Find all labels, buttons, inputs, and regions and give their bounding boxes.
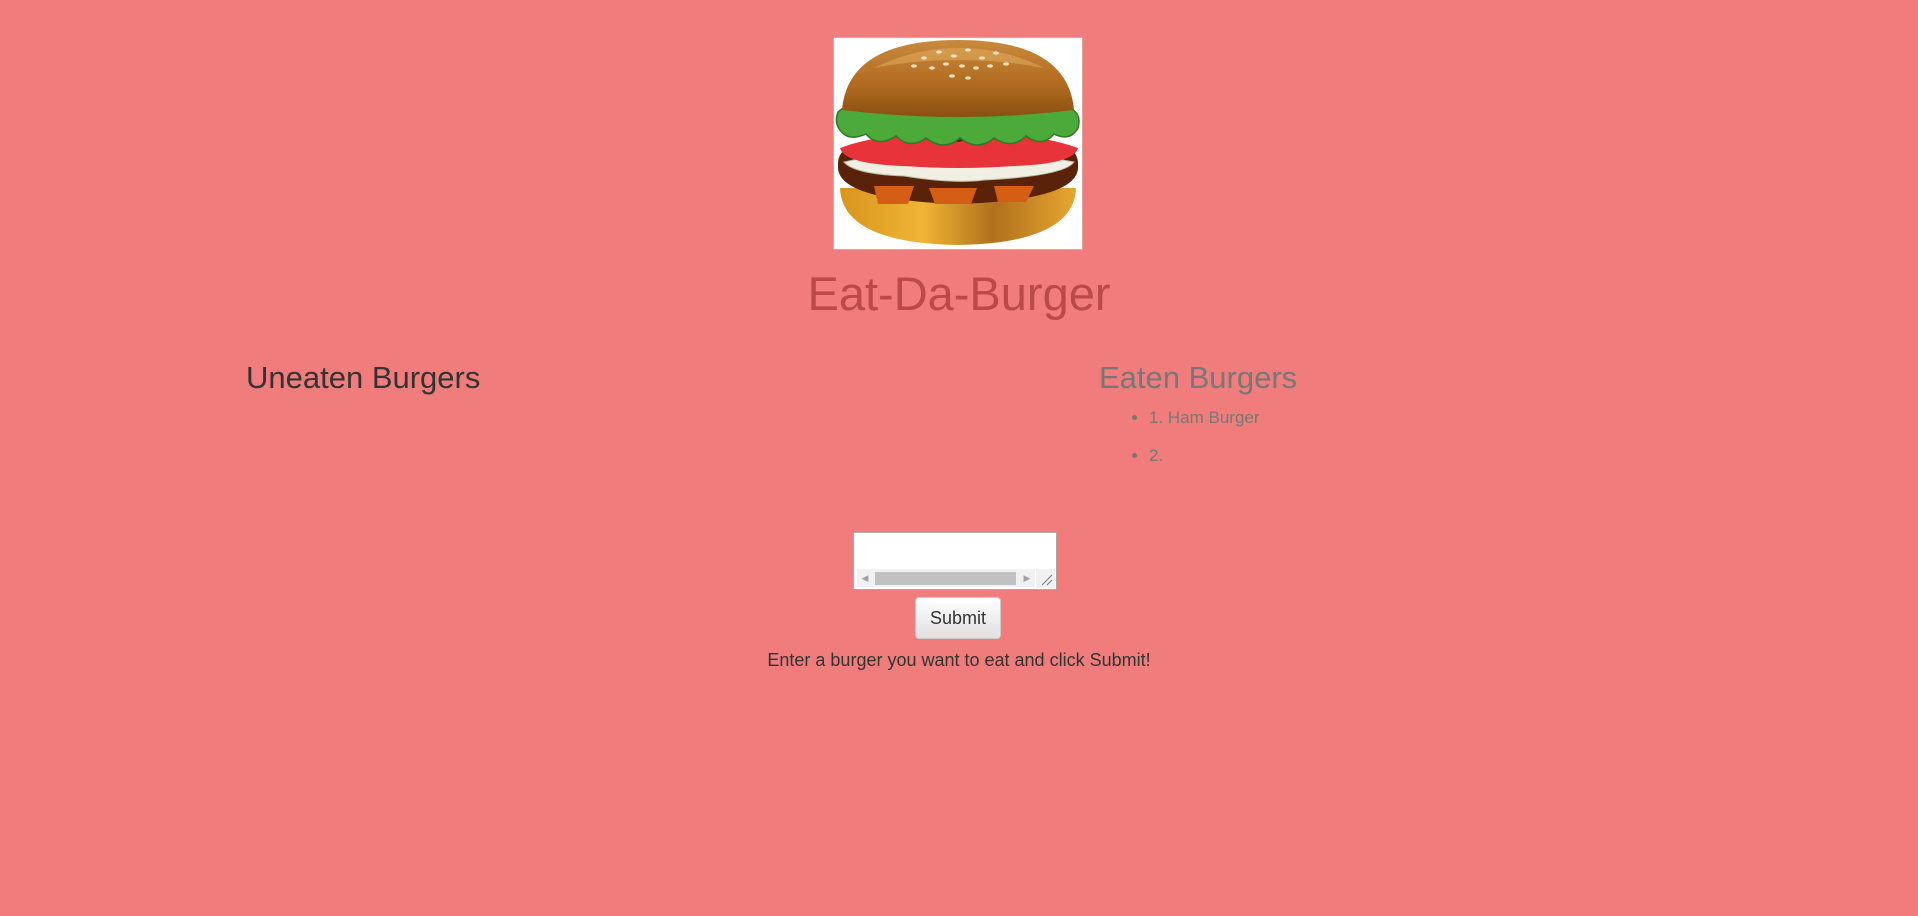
eaten-burgers-heading: Eaten Burgers <box>1099 360 1298 395</box>
submit-button[interactable]: Submit <box>915 597 1001 639</box>
instruction-text: Enter a burger you want to eat and click… <box>767 650 1151 670</box>
resize-handle-icon[interactable] <box>1036 569 1055 588</box>
page-title: Eat-Da-Burger <box>807 267 1111 320</box>
burger-image <box>833 37 1083 250</box>
hamburger-illustration <box>835 40 1080 245</box>
list-item: 1. Ham Burger <box>1149 406 1260 444</box>
list-item: 2. <box>1149 444 1260 482</box>
uneaten-burgers-heading: Uneaten Burgers <box>246 360 481 395</box>
burger-name-textarea[interactable]: ◀ ▶ <box>853 532 1057 590</box>
horizontal-scrollbar[interactable]: ◀ ▶ <box>857 569 1035 587</box>
scroll-left-arrow-icon[interactable]: ◀ <box>857 569 873 587</box>
eaten-burger-label: 1. Ham Burger <box>1149 408 1260 427</box>
eaten-burger-label: 2. <box>1149 446 1164 465</box>
eaten-burgers-list: 1. Ham Burger 2. <box>1099 406 1260 482</box>
scroll-right-arrow-icon[interactable]: ▶ <box>1019 569 1035 587</box>
scrollbar-thumb[interactable] <box>875 572 1016 585</box>
